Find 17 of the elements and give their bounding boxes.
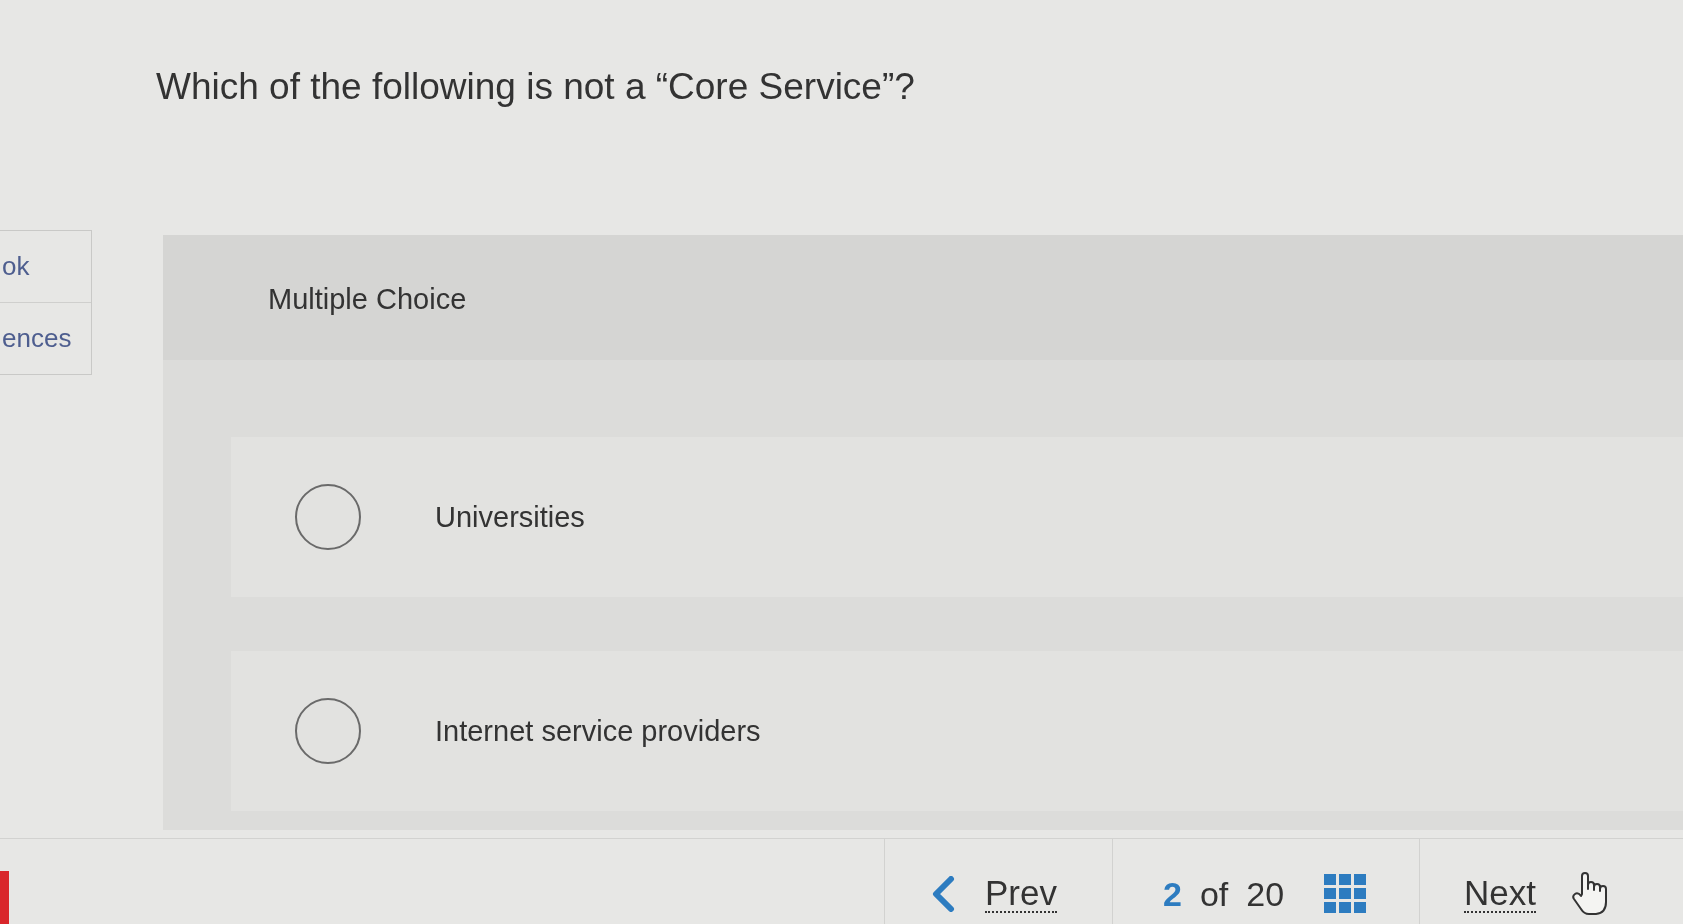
sidebar-link[interactable]: ok bbox=[0, 231, 91, 302]
radio-button[interactable] bbox=[295, 698, 361, 764]
answer-option[interactable]: Universities bbox=[231, 437, 1683, 597]
question-type-label: Multiple Choice bbox=[268, 283, 467, 315]
sidebar-link[interactable]: ences bbox=[0, 302, 91, 374]
edge-marker bbox=[0, 871, 9, 924]
question-text: Which of the following is not a “Core Service”? bbox=[156, 65, 915, 109]
hand-cursor-icon bbox=[1571, 871, 1608, 916]
next-button[interactable]: Next bbox=[1464, 874, 1536, 913]
radio-button[interactable] bbox=[295, 484, 361, 550]
chevron-left-icon bbox=[931, 875, 955, 912]
grid-icon[interactable] bbox=[1324, 874, 1367, 913]
answer-option[interactable]: Internet service providers bbox=[231, 651, 1683, 811]
prev-button[interactable]: Prev bbox=[931, 874, 1057, 913]
option-label: Universities bbox=[435, 500, 585, 535]
option-label: Internet service providers bbox=[435, 714, 761, 749]
page-counter: 2 of 20 bbox=[1163, 873, 1285, 914]
